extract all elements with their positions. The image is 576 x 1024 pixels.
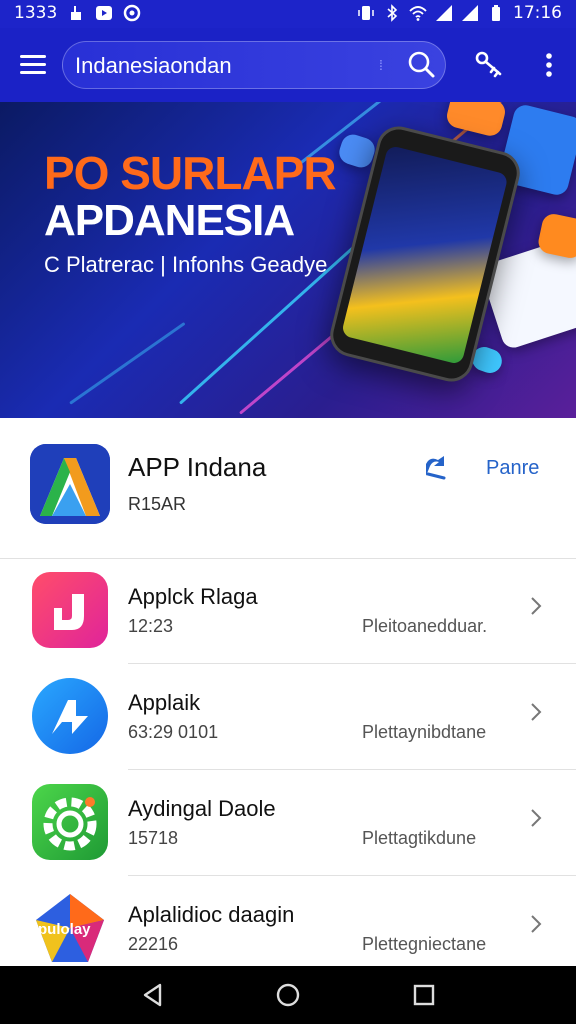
media-icon: [96, 6, 113, 20]
featured-logo-icon: [30, 444, 110, 524]
pulplay-app-icon: pulolay: [32, 890, 108, 966]
chevron-right-icon: [531, 809, 542, 827]
signal-icon: [436, 5, 452, 21]
hero-banner[interactable]: PO SURLAPR APDANESIA C Platrerac | Infon…: [0, 102, 576, 418]
list-item-category: Plettagtikdune: [362, 828, 477, 848]
menu-icon-line-bottom: [20, 71, 46, 74]
list-item-name: Aplalidioc daagin: [128, 902, 295, 927]
featured-app-icon[interactable]: [30, 444, 110, 524]
featured-app-subtitle: R15AR: [128, 494, 187, 514]
recents-icon[interactable]: [411, 982, 437, 1008]
more-options-icon[interactable]: [532, 48, 566, 82]
back-icon[interactable]: [140, 982, 166, 1008]
menu-icon-line-top: [20, 55, 46, 58]
list-item-category: Plettegniectane: [362, 934, 487, 954]
status-right: 17:16: [357, 3, 562, 23]
chevron-right-icon: [531, 597, 542, 615]
notification-hand-icon: [71, 6, 82, 20]
share-tools-icon[interactable]: [472, 48, 506, 82]
j-app-icon: [32, 572, 108, 648]
app-bar: Indanesiaondan ⁞: [0, 28, 576, 102]
search-query-text: Indanesiaondan: [75, 53, 232, 78]
light-streak: [69, 321, 186, 405]
list-item[interactable]: Applaik 63:29 0101 Plettaynibdtane: [0, 664, 576, 770]
featured-app-name[interactable]: APP Indana: [128, 452, 266, 483]
share-icon[interactable]: [420, 452, 450, 482]
gear-app-icon: [32, 784, 108, 860]
status-time-left: 1333: [14, 3, 58, 23]
list-item-meta: 15718: [128, 828, 179, 848]
list-item-meta: 12:23: [128, 616, 174, 636]
featured-action-button[interactable]: Panre: [486, 457, 539, 480]
cursor-icon: ⁞: [379, 57, 383, 73]
wifi-icon: [409, 6, 427, 21]
list-item[interactable]: Aydingal Daole 15718 Plettagtikdune: [0, 770, 576, 876]
home-icon[interactable]: [275, 982, 301, 1008]
menu-button[interactable]: [18, 50, 48, 80]
list-item-category: Pleitoanedduar.: [362, 616, 488, 636]
floating-app-card: [444, 102, 508, 139]
list-item-meta: 22216: [128, 934, 179, 954]
list-item[interactable]: Applck Rlaga 12:23 Pleitoanedduar.: [0, 558, 576, 664]
hero-title-line1: PO SURLAPR: [44, 147, 337, 199]
phone-screen: [340, 144, 509, 366]
menu-icon-line-middle: [20, 63, 46, 66]
system-nav-bar: [0, 966, 576, 1024]
hero-title-line2: APDANESIA: [44, 196, 295, 245]
chevron-right-icon: [531, 703, 542, 721]
list-item-name: Aydingal Daole: [128, 796, 276, 821]
arrow-app-icon: [32, 678, 108, 754]
list-item-meta: 63:29 0101: [128, 722, 219, 742]
chevron-right-icon: [531, 915, 542, 933]
signal-2-icon: [462, 5, 478, 21]
status-bar: 1333 17:16: [0, 0, 576, 28]
battery-icon: [492, 5, 500, 21]
status-time-right: 17:16: [513, 3, 562, 23]
bluetooth-icon: [387, 4, 398, 22]
search-icon[interactable]: [405, 48, 437, 80]
list-item-name: Applaik: [128, 690, 201, 715]
list-item-category: Plettaynibdtane: [362, 722, 487, 742]
hero-subtitle: C Platrerac | Infonhs Geadye: [44, 252, 328, 277]
search-input[interactable]: Indanesiaondan ⁞: [62, 41, 446, 89]
status-left: 1333: [14, 3, 141, 23]
list-item-name: Applck Rlaga: [128, 584, 258, 609]
vibrate-icon: [358, 6, 374, 20]
sync-icon: [124, 4, 141, 22]
svg-text:pulolay: pulolay: [38, 921, 91, 938]
